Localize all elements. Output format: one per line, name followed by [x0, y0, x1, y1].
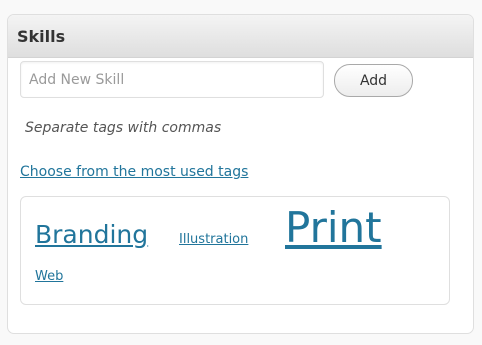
panel-header[interactable]: Skills [8, 15, 473, 58]
panel-title: Skills [17, 26, 66, 46]
tag-branding[interactable]: Branding [35, 222, 148, 247]
tag-illustration[interactable]: Illustration [179, 233, 248, 246]
separator-hint: Separate tags with commas [25, 120, 222, 136]
tag-print[interactable]: Print [285, 207, 382, 249]
new-skill-input[interactable] [20, 61, 324, 98]
most-used-tags-link[interactable]: Choose from the most used tags [20, 164, 248, 180]
tag-cloud: Branding Illustration Print Web [20, 196, 450, 305]
tag-web[interactable]: Web [35, 270, 63, 283]
add-button[interactable]: Add [334, 64, 413, 97]
